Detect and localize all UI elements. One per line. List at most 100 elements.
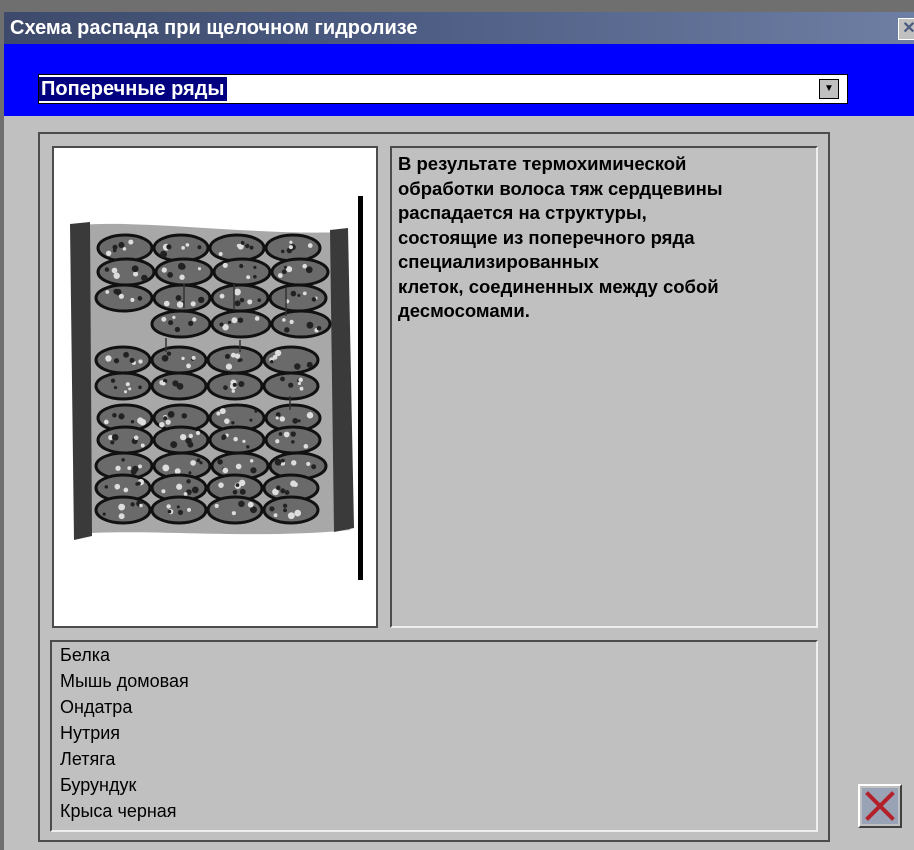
cell-texture-dot bbox=[221, 434, 227, 440]
cell-shape bbox=[270, 257, 330, 287]
cell-texture-dot bbox=[239, 263, 244, 269]
cell-texture-dot bbox=[113, 272, 120, 279]
cell-texture-dot bbox=[166, 351, 172, 356]
cell-texture-dot bbox=[128, 387, 132, 391]
cell-texture-dot bbox=[234, 300, 241, 307]
cell-texture-dot bbox=[174, 468, 181, 475]
cell-texture-dot bbox=[137, 481, 141, 486]
cell-texture-dot bbox=[179, 263, 186, 270]
cell-texture-dot bbox=[137, 417, 144, 424]
cell-shape bbox=[94, 283, 154, 313]
cell-texture-dot bbox=[218, 482, 224, 488]
close-x-icon bbox=[862, 788, 898, 824]
cell-texture-dot bbox=[181, 356, 185, 361]
cell-texture-dot bbox=[269, 506, 275, 512]
cell-texture-dot bbox=[216, 411, 221, 416]
cell-shape bbox=[152, 425, 210, 455]
cell-texture-dot bbox=[222, 467, 229, 474]
cell-texture-dot bbox=[218, 251, 223, 256]
structure-select[interactable]: Поперечные ряды ▼ bbox=[38, 74, 848, 104]
cell-texture-dot bbox=[232, 382, 237, 387]
cell-texture-dot bbox=[113, 385, 118, 390]
cell-texture-dot bbox=[222, 262, 228, 268]
cell-texture-dot bbox=[111, 267, 118, 274]
cell-texture-dot bbox=[172, 380, 179, 387]
cell-texture-dot bbox=[118, 293, 124, 299]
cell-texture-dot bbox=[282, 318, 286, 322]
cell-texture-dot bbox=[254, 316, 260, 321]
cell-texture-dot bbox=[123, 351, 129, 358]
cell-texture-dot bbox=[104, 485, 109, 489]
cell-texture-dot bbox=[286, 266, 293, 273]
cell-texture-dot bbox=[129, 357, 135, 363]
close-icon[interactable]: ✕ bbox=[898, 18, 914, 40]
left-wall-shape bbox=[70, 222, 92, 540]
cell-shape bbox=[264, 425, 322, 455]
cell-texture-dot bbox=[174, 326, 181, 333]
cell-texture-dot bbox=[198, 296, 205, 304]
chevron-down-icon[interactable]: ▼ bbox=[819, 79, 839, 99]
list-item[interactable]: Ондатра bbox=[52, 694, 816, 720]
cell-texture-dot bbox=[289, 240, 293, 244]
description-text: В результате термохимической обработки в… bbox=[398, 153, 723, 321]
list-item[interactable]: Мышь домовая bbox=[52, 668, 816, 694]
cell-texture-dot bbox=[246, 275, 251, 280]
cell-shape bbox=[212, 257, 272, 287]
cell-texture-dot bbox=[275, 485, 281, 491]
cell-texture-dot bbox=[305, 266, 313, 274]
cell-texture-dot bbox=[311, 297, 317, 302]
cell-texture-dot bbox=[274, 458, 282, 466]
window-left-edge bbox=[0, 0, 4, 850]
cell-shape bbox=[150, 309, 212, 339]
cell-texture-dot bbox=[238, 500, 245, 508]
cell-texture-dot bbox=[232, 489, 238, 495]
cell-texture-dot bbox=[231, 389, 236, 393]
cell-texture-dot bbox=[307, 243, 313, 248]
list-item[interactable]: Нутрия bbox=[52, 720, 816, 746]
cell-shape bbox=[206, 345, 264, 375]
cell-texture-dot bbox=[132, 271, 139, 277]
cell-texture-dot bbox=[225, 363, 233, 370]
cell-texture-dot bbox=[172, 315, 176, 320]
species-list[interactable]: Белка Мышь домовая Ондатра Нутрия Летяга… bbox=[50, 640, 818, 832]
cell-texture-dot bbox=[188, 471, 192, 475]
cell-texture-dot bbox=[190, 301, 196, 307]
cell-texture-dot bbox=[187, 507, 192, 512]
cell-texture-dot bbox=[161, 489, 166, 494]
cell-texture-dot bbox=[245, 243, 250, 249]
window-title: Схема распада при щелочном гидролизе bbox=[10, 17, 418, 39]
structure-select-value: Поперечные ряды bbox=[39, 77, 227, 101]
cell-texture-dot bbox=[253, 265, 257, 269]
cell-texture-dot bbox=[167, 410, 175, 418]
cell-texture-dot bbox=[123, 390, 128, 394]
cell-texture-dot bbox=[139, 503, 143, 508]
cell-texture-dot bbox=[112, 248, 117, 253]
cell-texture-dot bbox=[277, 273, 283, 278]
cell-texture-dot bbox=[283, 431, 290, 438]
list-item[interactable]: Бурундук bbox=[52, 772, 816, 798]
cell-shape bbox=[96, 425, 154, 455]
cell-texture-dot bbox=[190, 460, 196, 466]
cell-texture-dot bbox=[219, 408, 226, 415]
cell-texture-dot bbox=[177, 509, 184, 516]
cell-shape bbox=[208, 233, 266, 263]
cell-texture-dot bbox=[196, 458, 201, 463]
close-button[interactable] bbox=[858, 784, 902, 828]
cell-texture-dot bbox=[249, 459, 254, 463]
cell-texture-dot bbox=[114, 483, 121, 490]
cell-texture-dot bbox=[294, 509, 302, 517]
cell-texture-dot bbox=[186, 363, 191, 369]
list-item[interactable]: Летяга bbox=[52, 746, 816, 772]
cell-texture-dot bbox=[281, 269, 287, 275]
cell-texture-dot bbox=[102, 512, 106, 516]
cell-texture-dot bbox=[118, 503, 126, 511]
cell-texture-dot bbox=[284, 490, 290, 495]
illustration-frame bbox=[52, 146, 378, 628]
cell-texture-dot bbox=[278, 432, 283, 436]
list-item[interactable]: Белка bbox=[52, 642, 816, 668]
cell-texture-dot bbox=[141, 274, 148, 282]
cell-texture-dot bbox=[104, 267, 110, 272]
cell-texture-dot bbox=[176, 483, 183, 490]
window-top-edge bbox=[0, 0, 914, 12]
list-item[interactable]: Крыса черная bbox=[52, 798, 816, 824]
